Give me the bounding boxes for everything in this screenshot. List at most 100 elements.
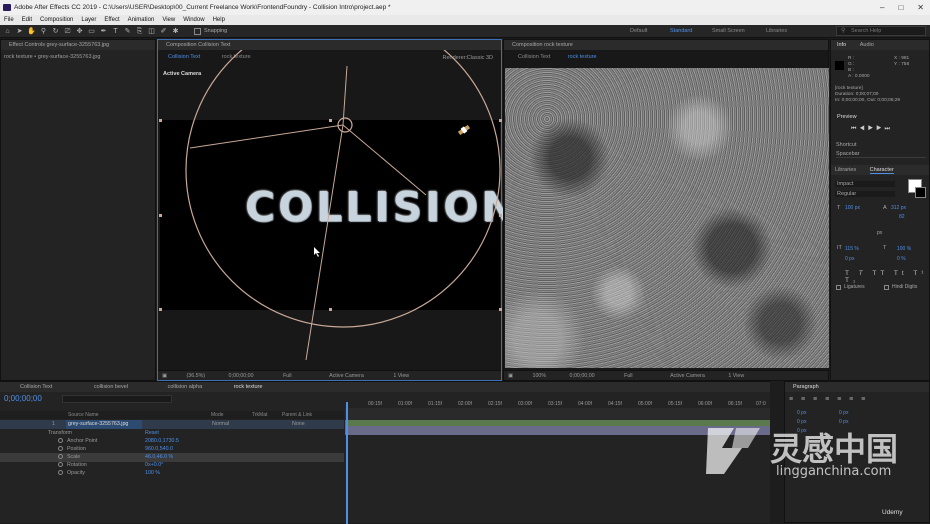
font-family-select[interactable]: Impact bbox=[835, 181, 895, 187]
tab-libraries[interactable]: Libraries bbox=[835, 167, 856, 173]
view-layout-select-right[interactable]: 1 View bbox=[728, 373, 744, 379]
stopwatch-icon[interactable] bbox=[58, 438, 63, 444]
last-frame-icon[interactable]: ⏭ bbox=[884, 126, 892, 132]
view-layout-select[interactable]: 1 View bbox=[393, 373, 409, 379]
faux-style-buttons[interactable]: T T TT Tt T¹ T₁ bbox=[845, 270, 929, 284]
indent-left-value[interactable]: 0 px bbox=[797, 410, 806, 416]
menu-view[interactable]: View bbox=[162, 15, 175, 25]
preview-title[interactable]: Preview bbox=[837, 114, 857, 120]
baseline-shift-value[interactable]: 0 px bbox=[845, 256, 854, 262]
pen-tool-icon[interactable]: ✒ bbox=[99, 27, 108, 36]
current-time-right[interactable]: 0;00;00;00 bbox=[570, 373, 595, 379]
tab-collision-text-right[interactable]: Collision Text bbox=[518, 54, 550, 60]
mode-header[interactable]: Mode bbox=[211, 411, 224, 419]
timeline-timecode[interactable]: 0;00;00;00 bbox=[4, 394, 42, 403]
prev-frame-icon[interactable]: ◀ bbox=[859, 126, 867, 132]
magnification-select[interactable]: (36.5%) bbox=[187, 373, 206, 379]
paragraph-title[interactable]: Paragraph bbox=[785, 382, 929, 392]
timeline-tab-collision-text[interactable]: Collision Text bbox=[20, 384, 52, 390]
timeline-tab-collision-bevel[interactable]: collision bevel bbox=[94, 384, 128, 390]
stopwatch-icon[interactable] bbox=[58, 470, 63, 476]
minimize-button[interactable]: – bbox=[880, 0, 884, 15]
selection-tool-icon[interactable]: ➤ bbox=[15, 27, 24, 36]
brush-tool-icon[interactable]: ✎ bbox=[123, 27, 132, 36]
snapshot-icon-right[interactable]: ▣ bbox=[508, 373, 513, 379]
menu-help[interactable]: Help bbox=[213, 15, 225, 25]
zoom-tool-icon[interactable]: ⚲ bbox=[39, 27, 48, 36]
eraser-tool-icon[interactable]: ◫ bbox=[147, 27, 156, 36]
property-row-opacity[interactable]: Opacity 100 % bbox=[0, 469, 344, 478]
leading-value[interactable]: 312 px bbox=[891, 205, 906, 211]
camera-view-select[interactable]: Active Camera bbox=[329, 373, 364, 379]
menu-window[interactable]: Window bbox=[183, 15, 204, 25]
workspace-libraries[interactable]: Libraries bbox=[766, 28, 787, 34]
type-tool-icon[interactable]: T bbox=[111, 27, 120, 36]
tab-info[interactable]: Info bbox=[837, 42, 846, 48]
playhead[interactable] bbox=[346, 402, 348, 524]
clone-tool-icon[interactable]: ⎘ bbox=[135, 27, 144, 36]
trkmat-header[interactable]: TrkMat bbox=[252, 411, 267, 419]
timeline-search-input[interactable] bbox=[62, 395, 172, 403]
magnification-select-right[interactable]: 100% bbox=[533, 373, 547, 379]
stroke-color-swatch[interactable] bbox=[915, 187, 926, 198]
home-icon[interactable]: ⌂ bbox=[3, 27, 12, 36]
resolution-select-right[interactable]: Full bbox=[624, 373, 633, 379]
menu-layer[interactable]: Layer bbox=[81, 15, 96, 25]
source-name-header[interactable]: Source Name bbox=[68, 411, 99, 419]
pan-behind-tool-icon[interactable]: ✥ bbox=[75, 27, 84, 36]
layer-mode[interactable]: Normal bbox=[212, 420, 229, 429]
effect-controls-header[interactable]: Effect Controls grey-surface-3255763.jpg bbox=[1, 40, 155, 50]
tab-rock-texture-right[interactable]: rock texture bbox=[568, 54, 597, 60]
indent-right-value[interactable]: 0 px bbox=[839, 410, 848, 416]
resolution-select[interactable]: Full bbox=[283, 373, 292, 379]
layer-row[interactable]: 1 grey-surface-3255763.jpg Normal None bbox=[0, 420, 344, 429]
menu-file[interactable]: File bbox=[4, 15, 14, 25]
current-time[interactable]: 0;00;00;00 bbox=[229, 373, 254, 379]
tracking-value[interactable]: 82 bbox=[899, 214, 905, 220]
time-ruler[interactable] bbox=[345, 408, 770, 420]
menu-edit[interactable]: Edit bbox=[22, 15, 32, 25]
menu-animation[interactable]: Animation bbox=[128, 15, 155, 25]
workspace-small-screen[interactable]: Small Screen bbox=[712, 28, 745, 34]
tab-audio[interactable]: Audio bbox=[860, 42, 874, 48]
stopwatch-icon[interactable] bbox=[58, 454, 63, 460]
puppet-pin-icon[interactable]: ✱ bbox=[171, 27, 180, 36]
workspace-standard[interactable]: Standard bbox=[670, 28, 692, 34]
play-icon[interactable]: ▶ bbox=[868, 126, 876, 132]
horizontal-scale-value[interactable]: 100 % bbox=[897, 246, 911, 252]
hindi-digits-checkbox[interactable] bbox=[884, 285, 889, 290]
rectangle-tool-icon[interactable]: ▭ bbox=[87, 27, 96, 36]
rock-texture-image[interactable] bbox=[505, 68, 829, 368]
layer-parent[interactable]: None bbox=[292, 420, 305, 429]
snapping-checkbox[interactable] bbox=[194, 27, 201, 35]
composition-header-rock[interactable]: Composition rock texture bbox=[504, 40, 828, 50]
shortcut-select[interactable]: Spacebar bbox=[836, 151, 926, 158]
workspace-default[interactable]: Default bbox=[630, 28, 647, 34]
kerning-unit[interactable]: px bbox=[877, 230, 882, 236]
rotate-tool-icon[interactable]: ↻ bbox=[51, 27, 60, 36]
maximize-button[interactable]: □ bbox=[898, 0, 903, 15]
camera-view-select-right[interactable]: Active Camera bbox=[670, 373, 705, 379]
timeline-tab-collision-alpha[interactable]: collision alpha bbox=[168, 384, 203, 390]
font-style-select[interactable]: Regular bbox=[835, 191, 895, 197]
close-button[interactable]: ✕ bbox=[917, 0, 924, 15]
tsume-value[interactable]: 0 % bbox=[897, 256, 906, 262]
composition-header[interactable]: Composition Collision Text bbox=[158, 40, 501, 50]
tab-character[interactable]: Character bbox=[869, 167, 894, 174]
parent-link-header[interactable]: Parent & Link bbox=[282, 411, 312, 419]
camera-tool-icon[interactable]: ⎚ bbox=[63, 27, 72, 36]
stopwatch-icon[interactable] bbox=[58, 446, 63, 452]
search-help-input[interactable]: ⚲ Search Help bbox=[836, 26, 926, 36]
vertical-scale-value[interactable]: 115 % bbox=[845, 246, 859, 252]
snapshot-icon[interactable]: ▣ bbox=[162, 373, 167, 379]
font-size-value[interactable]: 100 px bbox=[845, 205, 860, 211]
stopwatch-icon[interactable] bbox=[58, 462, 63, 468]
layer-name[interactable]: grey-surface-3255763.jpg bbox=[66, 420, 142, 429]
paragraph-align-buttons[interactable]: ≡ ≡ ≡ ≡ ≡ ≡ ≡ bbox=[789, 396, 868, 403]
roto-brush-icon[interactable]: ✐ bbox=[159, 27, 168, 36]
menu-effect[interactable]: Effect bbox=[104, 15, 119, 25]
ligatures-checkbox[interactable] bbox=[836, 285, 841, 290]
timeline-tab-rock-texture[interactable]: rock texture bbox=[234, 384, 263, 390]
hand-tool-icon[interactable]: ✋ bbox=[27, 27, 36, 36]
menu-composition[interactable]: Composition bbox=[40, 15, 73, 25]
